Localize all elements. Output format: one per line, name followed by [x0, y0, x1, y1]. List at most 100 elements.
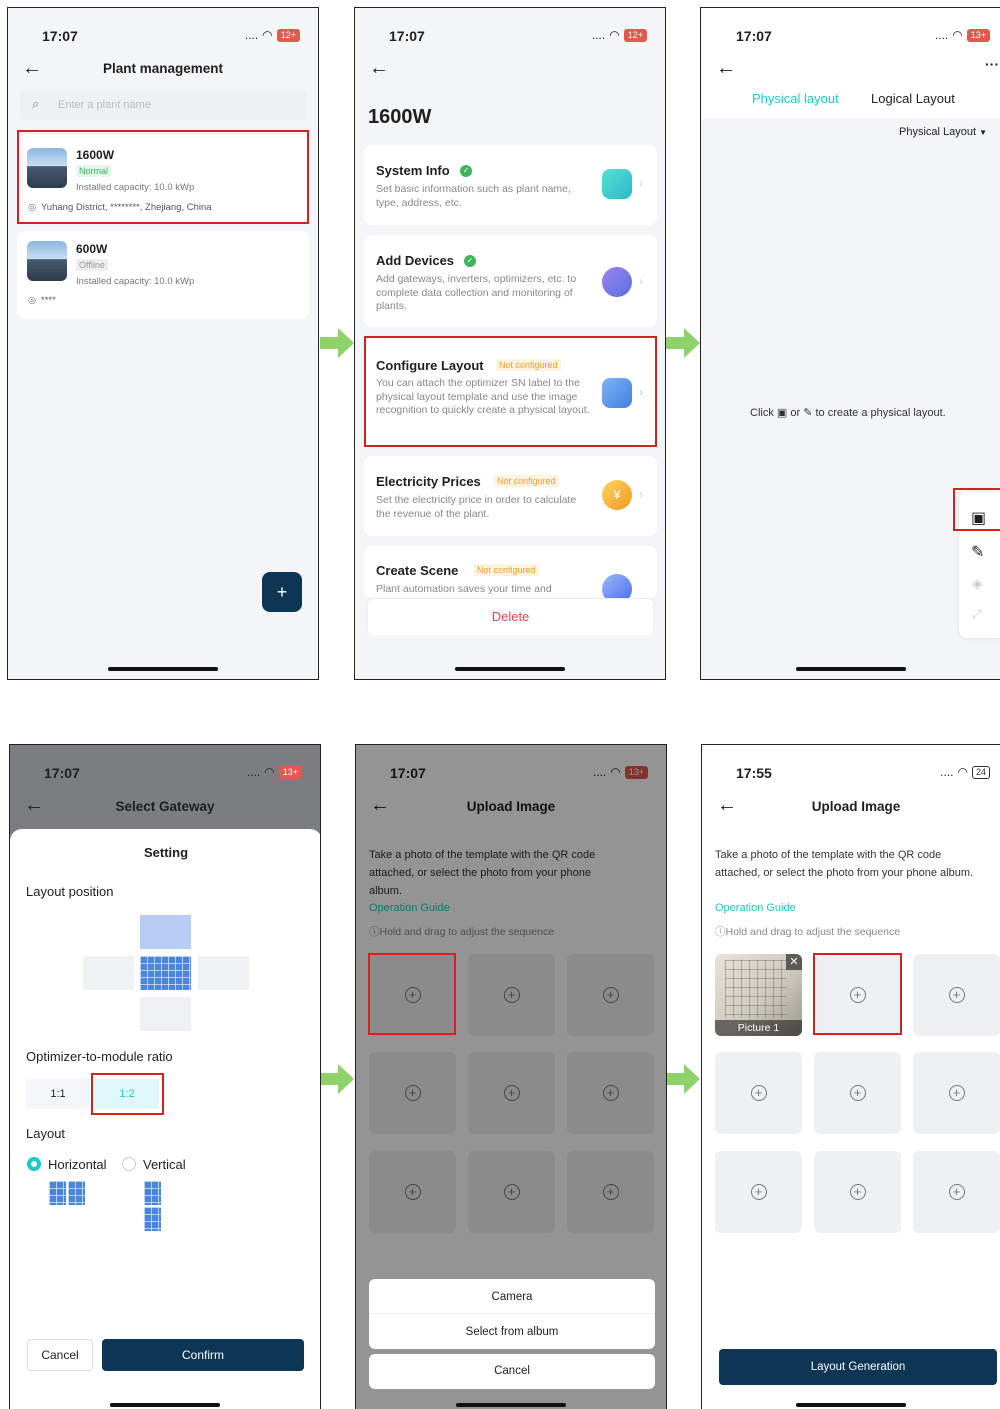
step-title: Add Devices — [376, 253, 455, 268]
home-indicator — [108, 667, 218, 671]
signal-dots: .... — [940, 765, 954, 779]
wifi-icon: ◠ — [609, 28, 620, 42]
tab-logical-layout[interactable]: Logical Layout — [871, 91, 955, 106]
upload-slot[interactable]: + — [913, 954, 1000, 1036]
radio-label: Horizontal — [48, 1157, 107, 1172]
section-label: Layout position — [26, 884, 114, 899]
status-time: 17:07 — [42, 28, 78, 44]
horizontal-panel — [68, 1181, 85, 1205]
template-photo — [725, 960, 787, 1018]
close-icon[interactable]: ✕ — [786, 954, 802, 970]
add-plant-button[interactable]: + — [262, 572, 302, 612]
chevron-right-icon: › — [639, 274, 643, 288]
pen-icon[interactable]: ✎ — [971, 542, 984, 562]
screen-upload-image: 17:55 .... ◠ 24 ← Upload Image Take a ph… — [701, 744, 1000, 1409]
step-description: Set the electricity price in order to ca… — [376, 494, 577, 520]
uploaded-picture[interactable]: ✕ Picture 1 — [715, 954, 802, 1036]
upload-slot[interactable]: + — [715, 1151, 802, 1233]
screen-plant-setup: 17:07 .... ◠ 12+ ← 1600W System Info ✓ S… — [354, 7, 666, 680]
status-time: 17:07 — [44, 765, 80, 781]
location-icon: ◎ — [28, 295, 37, 306]
position-left[interactable] — [83, 956, 134, 990]
image-add-icon: ▣ — [776, 407, 788, 419]
highlight-box — [91, 1073, 164, 1115]
ratio-option-1-1[interactable]: 1:1 — [26, 1079, 90, 1109]
back-arrow-icon[interactable]: ← — [716, 58, 736, 78]
signal-dots: .... — [934, 28, 949, 42]
flow-arrow-5-6 — [666, 1064, 700, 1094]
home-indicator — [110, 1403, 220, 1407]
page-title: Select Gateway — [115, 799, 215, 814]
step-add-devices[interactable]: Add Devices ✓ Add gateways, inverters, o… — [364, 235, 657, 327]
more-menu-icon[interactable]: ··· — [985, 56, 999, 72]
battery-icon: 12+ — [276, 28, 300, 42]
radio-horizontal[interactable] — [27, 1157, 41, 1171]
battery-icon: 24 — [971, 765, 990, 779]
add-circle-icon: + — [948, 1085, 965, 1101]
search-placeholder: Enter a plant name — [58, 99, 151, 111]
album-option[interactable]: Select from album — [369, 1314, 655, 1349]
plant-card-600w[interactable]: 600W Offline Installed capacity: 10.0 kW… — [17, 231, 309, 319]
collapse-icon[interactable]: ⤢ — [972, 607, 982, 622]
chevron-right-icon: › — [639, 176, 643, 190]
layout-type-dropdown[interactable]: Physical Layout ▼ — [899, 126, 987, 138]
wifi-icon: ◠ — [262, 28, 273, 42]
radio-vertical[interactable] — [122, 1157, 136, 1171]
position-right[interactable] — [198, 956, 249, 990]
upload-slot[interactable]: + — [814, 1052, 901, 1134]
upload-slot[interactable]: + — [715, 1052, 802, 1134]
status-time: 17:07 — [736, 28, 772, 44]
status-icons: .... ◠ 13+ — [247, 765, 302, 779]
plant-thumbnail — [27, 241, 67, 281]
home-indicator — [795, 667, 906, 671]
horizontal-panel — [49, 1181, 66, 1205]
picture-label: Picture 1 — [715, 1020, 802, 1036]
step-title: Electricity Prices — [376, 474, 481, 489]
delete-button[interactable]: Delete — [368, 599, 653, 635]
installed-capacity: Installed capacity: 10.0 kWp — [76, 276, 195, 287]
position-top[interactable] — [140, 915, 191, 949]
section-label: Layout — [26, 1126, 66, 1141]
step-system-info[interactable]: System Info ✓ Set basic information such… — [364, 145, 657, 225]
upload-slot[interactable]: + — [913, 1052, 1000, 1134]
step-title: Create Scene — [376, 563, 459, 578]
status-icons: .... ◠ 12+ — [592, 28, 647, 42]
battery-icon: 13+ — [966, 28, 990, 42]
cancel-button[interactable]: Cancel — [27, 1339, 93, 1371]
highlight-box — [813, 953, 902, 1035]
wifi-icon: ◠ — [952, 28, 963, 42]
wifi-icon: ◠ — [957, 765, 968, 779]
add-circle-icon: + — [849, 1184, 866, 1200]
step-create-scene[interactable]: Create Scene Not configured Plant automa… — [364, 546, 657, 598]
tab-physical-layout[interactable]: Physical layout — [752, 91, 839, 106]
device-icon — [602, 267, 632, 297]
step-description: Set basic information such as plant name… — [376, 183, 571, 209]
layers-icon[interactable]: ◈ — [972, 575, 983, 592]
back-arrow-icon[interactable]: ← — [369, 58, 389, 78]
plant-address: **** — [41, 295, 56, 306]
confirm-button[interactable]: Confirm — [102, 1339, 304, 1371]
search-input[interactable]: ⌕ Enter a plant name — [20, 90, 307, 120]
status-badge: Not configured — [494, 475, 559, 487]
plant-title: 1600W — [368, 106, 432, 128]
signal-dots: .... — [591, 28, 606, 42]
upload-slot[interactable]: + — [913, 1151, 1000, 1233]
position-bottom[interactable] — [140, 997, 191, 1031]
plant-name: 600W — [76, 242, 108, 256]
status-icons: .... ◠ 12+ — [245, 28, 300, 42]
step-description: Plant automation saves your time and — [376, 583, 552, 595]
operation-guide-link[interactable]: Operation Guide — [715, 902, 796, 914]
layout-generation-button[interactable]: Layout Generation — [719, 1349, 997, 1385]
step-title: System Info — [376, 163, 450, 178]
action-sheet-cancel[interactable]: Cancel — [369, 1354, 655, 1389]
sheet-title: Setting — [143, 845, 189, 860]
upload-slot[interactable]: + — [814, 1151, 901, 1233]
pen-icon: ✎ — [803, 407, 813, 419]
camera-option[interactable]: Camera — [369, 1279, 655, 1314]
signal-dots: .... — [246, 765, 261, 779]
page-title: Plant management — [102, 61, 224, 76]
signal-dots: .... — [244, 28, 259, 42]
hint-text: to create a physical layout. — [815, 407, 946, 419]
step-electricity-prices[interactable]: Electricity Prices Not configured Set th… — [364, 456, 657, 536]
add-circle-icon: + — [948, 1184, 965, 1200]
